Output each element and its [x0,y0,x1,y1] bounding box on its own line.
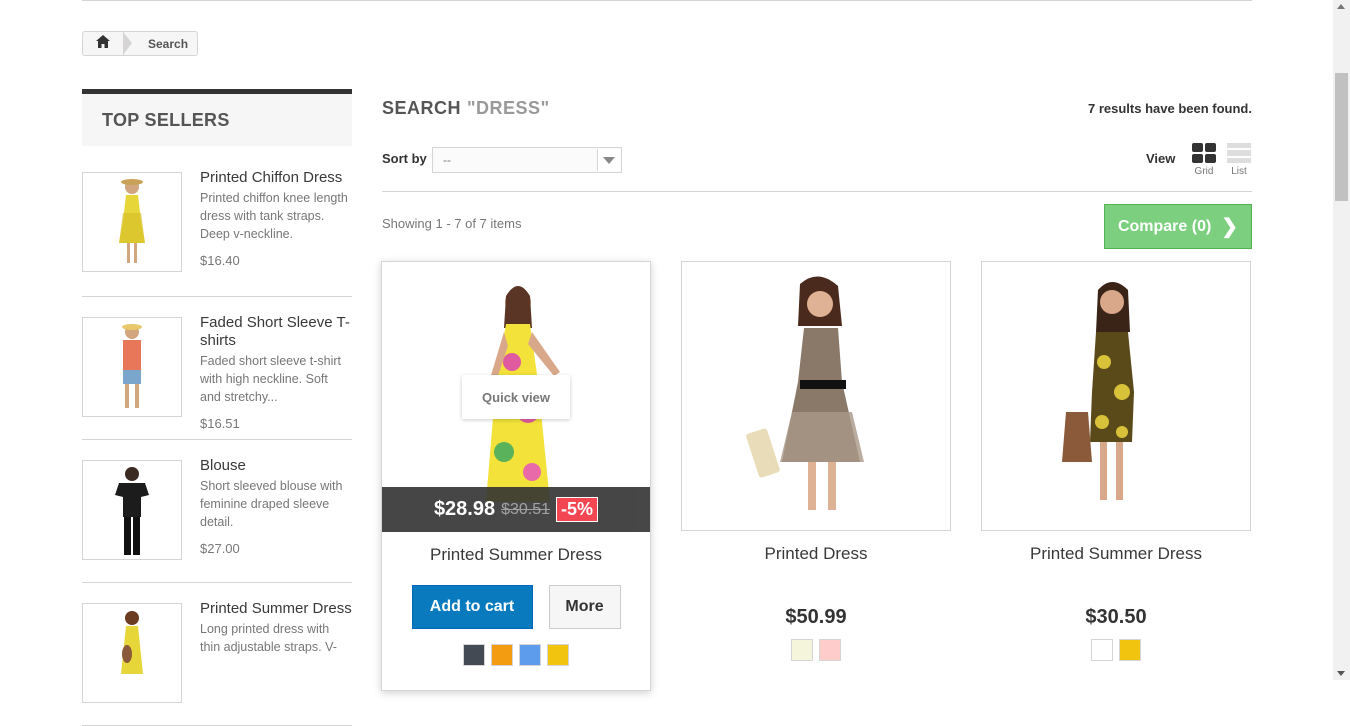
top-seller-description: Short sleeved blouse with feminine drape… [200,479,343,529]
top-seller-description: Long printed dress with thin adjustable … [200,622,337,654]
top-seller-name[interactable]: Printed Summer Dress [200,600,352,618]
color-swatches [382,644,650,666]
list-icon [1227,143,1251,163]
sort-label: Sort by [382,151,427,166]
top-seller-item: Blouse Short sleeved blouse with feminin… [82,440,352,583]
product-old-price: $30.51 [501,500,551,518]
top-seller-item: Printed Chiffon Dress Printed chiffon kn… [82,169,352,297]
scroll-up-arrow-icon[interactable] [1337,4,1345,9]
home-icon [96,34,110,53]
color-swatches [681,639,951,661]
breadcrumb: Search [82,31,198,56]
top-seller-name[interactable]: Blouse [200,457,352,475]
product-name[interactable]: Printed Summer Dress [382,545,650,565]
list-view-label: List [1231,166,1247,177]
sort-select[interactable]: -- [432,147,622,173]
product-card[interactable]: Printed Dress $50.99 [681,261,951,661]
breadcrumb-current: Search [148,36,189,51]
product-price: $28.98 [433,498,496,520]
color-swatch[interactable] [463,644,485,666]
grid-icon [1192,143,1216,163]
color-swatch[interactable] [791,639,813,661]
product-image[interactable] [981,261,1251,531]
top-seller-thumbnail[interactable] [82,603,182,703]
color-swatch[interactable] [491,644,513,666]
top-seller-price: $16.40 [200,253,240,268]
color-swatch[interactable] [519,644,541,666]
top-seller-item: Printed Summer Dress Long printed dress … [82,583,352,726]
top-sellers-block: TOP SELLERS Printed Chiffon Dress Printe… [82,89,352,726]
top-seller-price: $27.00 [200,541,240,556]
top-divider [82,0,1252,1]
breadcrumb-home-link[interactable] [83,32,124,55]
top-seller-description: Printed chiffon knee length dress with t… [200,191,348,241]
scroll-down-arrow-icon[interactable] [1337,671,1345,676]
compare-button[interactable]: Compare (0) ❯ [1104,204,1252,249]
page-scrollbar[interactable] [1333,0,1350,680]
top-seller-item: Faded Short Sleeve T-shirts Faded short … [82,297,352,440]
scrollbar-thumb[interactable] [1335,73,1348,201]
sort-selected-value: -- [443,153,451,167]
color-swatches [981,639,1251,661]
top-seller-name[interactable]: Printed Chiffon Dress [200,169,352,187]
breadcrumb-separator [123,32,132,55]
color-swatch[interactable] [547,644,569,666]
chevron-right-icon: ❯ [1221,215,1239,238]
pagination-summary: Showing 1 - 7 of 7 items [382,216,522,231]
color-swatch[interactable] [1091,639,1113,661]
page-title: SEARCH "DRESS" [382,98,550,119]
compare-label: Compare (0) [1117,217,1212,235]
top-seller-thumbnail[interactable] [82,172,182,272]
add-to-cart-button[interactable]: Add to cart [411,585,533,629]
more-button[interactable]: More [548,585,621,629]
discount-badge: -5% [556,497,599,522]
top-seller-price: $16.51 [200,416,240,431]
top-seller-thumbnail[interactable] [82,460,182,560]
search-query: "DRESS" [467,98,550,118]
color-swatch[interactable] [819,639,841,661]
color-swatch[interactable] [1119,639,1141,661]
search-title-label: SEARCH [382,98,462,118]
price-overlay: $28.98 $30.51 -5% [382,487,650,532]
view-label: View [1146,151,1176,166]
product-image[interactable] [681,261,951,531]
results-count: 7 results have been found. [1088,101,1252,116]
top-seller-description: Faded short sleeve t-shirt with high nec… [200,354,342,404]
top-sellers-title: TOP SELLERS [82,89,352,146]
product-card[interactable]: Printed Summer Dress $30.50 [981,261,1251,661]
product-name[interactable]: Printed Dress [681,544,951,564]
product-price: $30.50 [1085,606,1147,628]
chevron-down-icon[interactable] [597,149,620,171]
quick-view-button[interactable]: Quick view [462,375,570,419]
toolbar-divider [382,191,1252,192]
product-card[interactable]: Quick view $28.98 $30.51 -5% Printed Sum… [381,261,651,691]
top-seller-name[interactable]: Faded Short Sleeve T-shirts [200,314,352,350]
product-price: $50.99 [785,606,847,628]
grid-view-label: Grid [1194,166,1214,177]
list-view-button[interactable]: List [1226,143,1252,177]
top-seller-thumbnail[interactable] [82,317,182,417]
product-image[interactable]: Quick view $28.98 $30.51 -5% [382,262,650,532]
grid-view-button[interactable]: Grid [1191,143,1217,177]
product-name[interactable]: Printed Summer Dress [981,544,1251,564]
